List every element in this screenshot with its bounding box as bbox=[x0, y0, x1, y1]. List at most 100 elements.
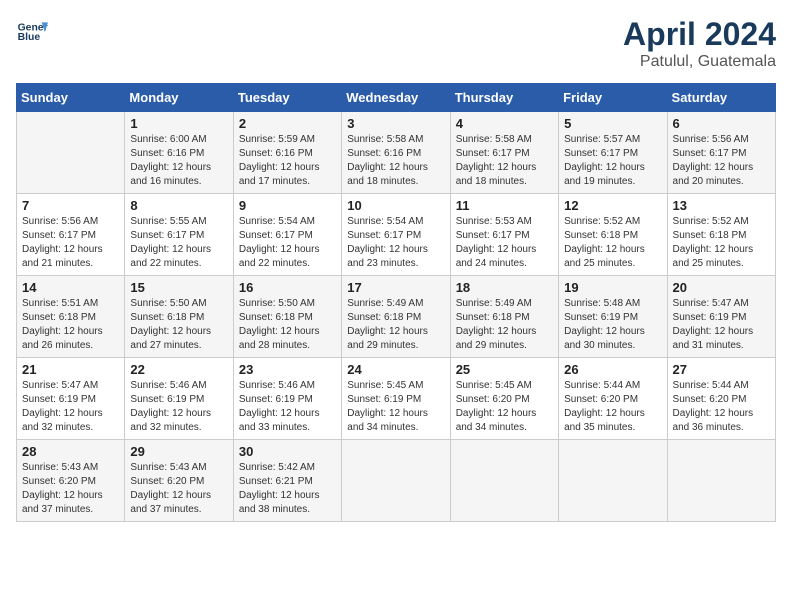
day-info: Sunrise: 5:50 AM Sunset: 6:18 PM Dayligh… bbox=[239, 297, 336, 353]
day-info: Sunrise: 5:47 AM Sunset: 6:19 PM Dayligh… bbox=[673, 297, 770, 353]
calendar-cell: 5Sunrise: 5:57 AM Sunset: 6:17 PM Daylig… bbox=[559, 112, 667, 194]
day-number: 8 bbox=[130, 198, 227, 213]
location-title: Patulul, Guatemala bbox=[623, 53, 776, 71]
calendar-cell: 12 Sunrise: 5:52 AM Sunset: 6:18 PM Dayli… bbox=[559, 194, 667, 276]
day-number: 10 bbox=[347, 198, 444, 213]
day-number: 28 bbox=[22, 444, 119, 459]
calendar-cell: 15 Sunrise: 5:50 AM Sunset: 6:18 PM Dayli… bbox=[125, 276, 233, 358]
day-info: Sunrise: 5:46 AM Sunset: 6:19 PM Dayligh… bbox=[239, 379, 336, 435]
calendar-cell: 1 Sunrise: 6:00 AM Sunset: 6:16 PM Daylig… bbox=[125, 112, 233, 194]
day-number: 9 bbox=[239, 198, 336, 213]
calendar-cell: 16 Sunrise: 5:50 AM Sunset: 6:18 PM Dayli… bbox=[233, 276, 341, 358]
calendar-cell: 14Sunrise: 5:51 AM Sunset: 6:18 PM Dayli… bbox=[17, 276, 125, 358]
day-info: Sunrise: 5:58 AM Sunset: 6:17 PM Dayligh… bbox=[456, 133, 553, 189]
logo-icon: General Blue bbox=[16, 16, 48, 48]
day-of-week-header: Wednesday bbox=[342, 84, 450, 112]
day-number: 14 bbox=[22, 280, 119, 295]
day-info: Sunrise: 5:49 AM Sunset: 6:18 PM Dayligh… bbox=[456, 297, 553, 353]
day-info: Sunrise: 5:54 AM Sunset: 6:17 PM Dayligh… bbox=[347, 215, 444, 271]
day-info: Sunrise: 5:50 AM Sunset: 6:18 PM Dayligh… bbox=[130, 297, 227, 353]
day-info: Sunrise: 5:48 AM Sunset: 6:19 PM Dayligh… bbox=[564, 297, 661, 353]
calendar-cell: 3 Sunrise: 5:58 AM Sunset: 6:16 PM Daylig… bbox=[342, 112, 450, 194]
calendar-cell bbox=[342, 440, 450, 522]
calendar-week-row: 7Sunrise: 5:56 AM Sunset: 6:17 PM Daylig… bbox=[17, 194, 776, 276]
day-number: 24 bbox=[347, 362, 444, 377]
calendar-cell bbox=[667, 440, 775, 522]
calendar-cell: 4 Sunrise: 5:58 AM Sunset: 6:17 PM Daylig… bbox=[450, 112, 558, 194]
calendar-cell: 30 Sunrise: 5:42 AM Sunset: 6:21 PM Dayli… bbox=[233, 440, 341, 522]
day-number: 22 bbox=[130, 362, 227, 377]
calendar-cell: 28Sunrise: 5:43 AM Sunset: 6:20 PM Dayli… bbox=[17, 440, 125, 522]
day-info: Sunrise: 5:52 AM Sunset: 6:18 PM Dayligh… bbox=[564, 215, 661, 271]
day-info: Sunrise: 5:46 AM Sunset: 6:19 PM Dayligh… bbox=[130, 379, 227, 435]
calendar-cell: 24Sunrise: 5:45 AM Sunset: 6:19 PM Dayli… bbox=[342, 358, 450, 440]
day-number: 20 bbox=[673, 280, 770, 295]
day-number: 21 bbox=[22, 362, 119, 377]
calendar-cell: 10 Sunrise: 5:54 AM Sunset: 6:17 PM Dayli… bbox=[342, 194, 450, 276]
day-number: 19 bbox=[564, 280, 661, 295]
day-number: 18 bbox=[456, 280, 553, 295]
day-number: 12 bbox=[564, 198, 661, 213]
day-number: 30 bbox=[239, 444, 336, 459]
calendar-week-row: 1 Sunrise: 6:00 AM Sunset: 6:16 PM Daylig… bbox=[17, 112, 776, 194]
day-number: 2 bbox=[239, 116, 336, 131]
day-of-week-header: Saturday bbox=[667, 84, 775, 112]
day-number: 26 bbox=[564, 362, 661, 377]
day-number: 3 bbox=[347, 116, 444, 131]
calendar-cell: 18 Sunrise: 5:49 AM Sunset: 6:18 PM Dayli… bbox=[450, 276, 558, 358]
day-of-week-header: Thursday bbox=[450, 84, 558, 112]
calendar-cell: 27 Sunrise: 5:44 AM Sunset: 6:20 PM Dayli… bbox=[667, 358, 775, 440]
day-of-week-header: Tuesday bbox=[233, 84, 341, 112]
calendar-cell: 22 Sunrise: 5:46 AM Sunset: 6:19 PM Dayli… bbox=[125, 358, 233, 440]
day-number: 29 bbox=[130, 444, 227, 459]
day-info: Sunrise: 5:45 AM Sunset: 6:20 PM Dayligh… bbox=[456, 379, 553, 435]
day-number: 4 bbox=[456, 116, 553, 131]
day-number: 1 bbox=[130, 116, 227, 131]
calendar-cell: 20 Sunrise: 5:47 AM Sunset: 6:19 PM Dayli… bbox=[667, 276, 775, 358]
calendar-cell: 8 Sunrise: 5:55 AM Sunset: 6:17 PM Daylig… bbox=[125, 194, 233, 276]
day-number: 23 bbox=[239, 362, 336, 377]
calendar-cell: 26 Sunrise: 5:44 AM Sunset: 6:20 PM Dayli… bbox=[559, 358, 667, 440]
day-info: Sunrise: 5:59 AM Sunset: 6:16 PM Dayligh… bbox=[239, 133, 336, 189]
calendar-header-row: SundayMondayTuesdayWednesdayThursdayFrid… bbox=[17, 84, 776, 112]
calendar-cell: 19 Sunrise: 5:48 AM Sunset: 6:19 PM Dayli… bbox=[559, 276, 667, 358]
calendar-body: 1 Sunrise: 6:00 AM Sunset: 6:16 PM Daylig… bbox=[17, 112, 776, 522]
day-of-week-header: Sunday bbox=[17, 84, 125, 112]
calendar-cell: 7Sunrise: 5:56 AM Sunset: 6:17 PM Daylig… bbox=[17, 194, 125, 276]
calendar-cell: 11 Sunrise: 5:53 AM Sunset: 6:17 PM Dayli… bbox=[450, 194, 558, 276]
day-number: 17 bbox=[347, 280, 444, 295]
day-of-week-header: Monday bbox=[125, 84, 233, 112]
calendar-week-row: 28Sunrise: 5:43 AM Sunset: 6:20 PM Dayli… bbox=[17, 440, 776, 522]
day-info: Sunrise: 5:55 AM Sunset: 6:17 PM Dayligh… bbox=[130, 215, 227, 271]
day-info: Sunrise: 5:49 AM Sunset: 6:18 PM Dayligh… bbox=[347, 297, 444, 353]
calendar-cell: 21Sunrise: 5:47 AM Sunset: 6:19 PM Dayli… bbox=[17, 358, 125, 440]
calendar-cell: 13Sunrise: 5:52 AM Sunset: 6:18 PM Dayli… bbox=[667, 194, 775, 276]
calendar-cell bbox=[17, 112, 125, 194]
day-number: 25 bbox=[456, 362, 553, 377]
day-info: Sunrise: 5:44 AM Sunset: 6:20 PM Dayligh… bbox=[564, 379, 661, 435]
day-info: Sunrise: 5:44 AM Sunset: 6:20 PM Dayligh… bbox=[673, 379, 770, 435]
calendar-week-row: 14Sunrise: 5:51 AM Sunset: 6:18 PM Dayli… bbox=[17, 276, 776, 358]
calendar-cell: 17 Sunrise: 5:49 AM Sunset: 6:18 PM Dayli… bbox=[342, 276, 450, 358]
day-info: Sunrise: 5:53 AM Sunset: 6:17 PM Dayligh… bbox=[456, 215, 553, 271]
calendar-cell: 2 Sunrise: 5:59 AM Sunset: 6:16 PM Daylig… bbox=[233, 112, 341, 194]
day-info: Sunrise: 6:00 AM Sunset: 6:16 PM Dayligh… bbox=[130, 133, 227, 189]
day-number: 15 bbox=[130, 280, 227, 295]
day-info: Sunrise: 5:42 AM Sunset: 6:21 PM Dayligh… bbox=[239, 461, 336, 517]
day-info: Sunrise: 5:58 AM Sunset: 6:16 PM Dayligh… bbox=[347, 133, 444, 189]
day-number: 11 bbox=[456, 198, 553, 213]
day-info: Sunrise: 5:54 AM Sunset: 6:17 PM Dayligh… bbox=[239, 215, 336, 271]
calendar-cell: 9 Sunrise: 5:54 AM Sunset: 6:17 PM Daylig… bbox=[233, 194, 341, 276]
day-info: Sunrise: 5:56 AM Sunset: 6:17 PM Dayligh… bbox=[673, 133, 770, 189]
day-info: Sunrise: 5:57 AM Sunset: 6:17 PM Dayligh… bbox=[564, 133, 661, 189]
calendar-cell: 6 Sunrise: 5:56 AM Sunset: 6:17 PM Daylig… bbox=[667, 112, 775, 194]
day-info: Sunrise: 5:56 AM Sunset: 6:17 PM Dayligh… bbox=[22, 215, 119, 271]
calendar-cell bbox=[450, 440, 558, 522]
day-number: 16 bbox=[239, 280, 336, 295]
calendar-cell: 29Sunrise: 5:43 AM Sunset: 6:20 PM Dayli… bbox=[125, 440, 233, 522]
title-block: April 2024 Patulul, Guatemala bbox=[623, 16, 776, 71]
day-of-week-header: Friday bbox=[559, 84, 667, 112]
logo: General Blue bbox=[16, 16, 48, 48]
day-number: 27 bbox=[673, 362, 770, 377]
day-number: 6 bbox=[673, 116, 770, 131]
